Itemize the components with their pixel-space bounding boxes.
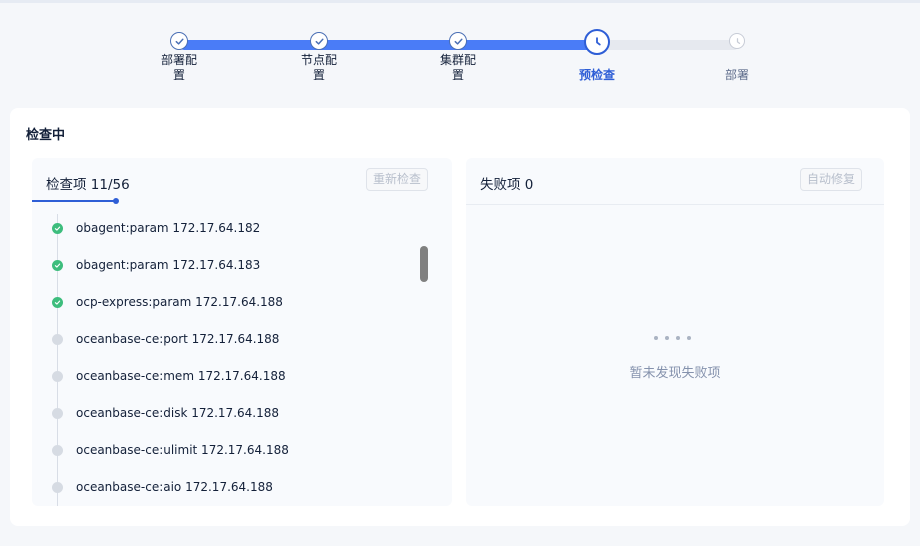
failed-items-panel: 失败项 0 自动修复 暂未发现失败项 [466,158,884,506]
check-items-panel: 检查项 11/56 重新检查 obagent:param 172.17.64.1… [32,158,452,506]
step-4-clock-icon [584,29,610,55]
check-item-label: obagent:param 172.17.64.183 [76,258,261,272]
success-check-icon [52,222,63,234]
panel-divider [466,204,884,205]
pending-dot-icon [52,407,63,419]
check-item: obagent:param 172.17.64.183 [52,255,260,275]
step-1-label: 部署配置 [160,53,197,82]
stepper-track-remaining [599,40,739,50]
empty-state-dots-icon [654,336,691,340]
step-4-label: 预检查 [578,68,615,82]
pending-dot-icon [52,370,63,382]
check-item: oceanbase-ce:port 172.17.64.188 [52,329,279,349]
stepper-track-completed [179,40,599,50]
step-2-label: 节点配置 [300,53,337,82]
success-check-icon [52,259,63,271]
pending-dot-icon [52,444,63,456]
check-item: obagent:param 172.17.64.182 [52,218,260,238]
check-item: oceanbase-ce:aio 172.17.64.188 [52,477,273,497]
tab-underline-dot [113,198,119,204]
empty-state-text: 暂未发现失败项 [629,366,721,381]
pending-dot-icon [52,481,63,493]
progress-stepper: 部署配置 节点配置 集群配置 预检查 部署 [0,0,920,100]
page-title: 检查中 [26,128,66,143]
step-3-check-icon [449,32,467,50]
check-item-label: oceanbase-ce:ulimit 172.17.64.188 [76,443,289,457]
precheck-card: 检查中 检查项 11/56 重新检查 obagent:param 172.17.… [10,108,910,526]
check-item-label: obagent:param 172.17.64.182 [76,221,261,235]
check-items-title: 检查项 11/56 [46,177,130,193]
tab-underline [32,200,116,202]
step-5-label: 部署 [724,68,749,82]
check-item-label: oceanbase-ce:port 172.17.64.188 [76,332,280,346]
scrollbar-thumb[interactable] [420,246,428,282]
check-item: ocp-express:param 172.17.64.188 [52,292,283,312]
step-1-check-icon [170,32,188,50]
failed-items-title: 失败项 0 [480,177,534,193]
step-3-label: 集群配置 [439,53,476,82]
step-5-clock-icon [729,33,745,49]
check-item-label: ocp-express:param 172.17.64.188 [76,295,283,309]
check-item: oceanbase-ce:mem 172.17.64.188 [52,366,286,386]
auto-fix-button[interactable]: 自动修复 [800,168,863,191]
success-check-icon [52,296,63,308]
check-item-label: oceanbase-ce:disk 172.17.64.188 [76,406,279,420]
recheck-button[interactable]: 重新检查 [366,168,429,191]
check-item: oceanbase-ce:disk 172.17.64.188 [52,403,279,423]
pending-dot-icon [52,333,63,345]
check-item-label: oceanbase-ce:aio 172.17.64.188 [76,480,273,494]
check-item-label: oceanbase-ce:mem 172.17.64.188 [76,369,286,383]
check-item: oceanbase-ce:ulimit 172.17.64.188 [52,440,289,460]
step-2-check-icon [310,32,328,50]
